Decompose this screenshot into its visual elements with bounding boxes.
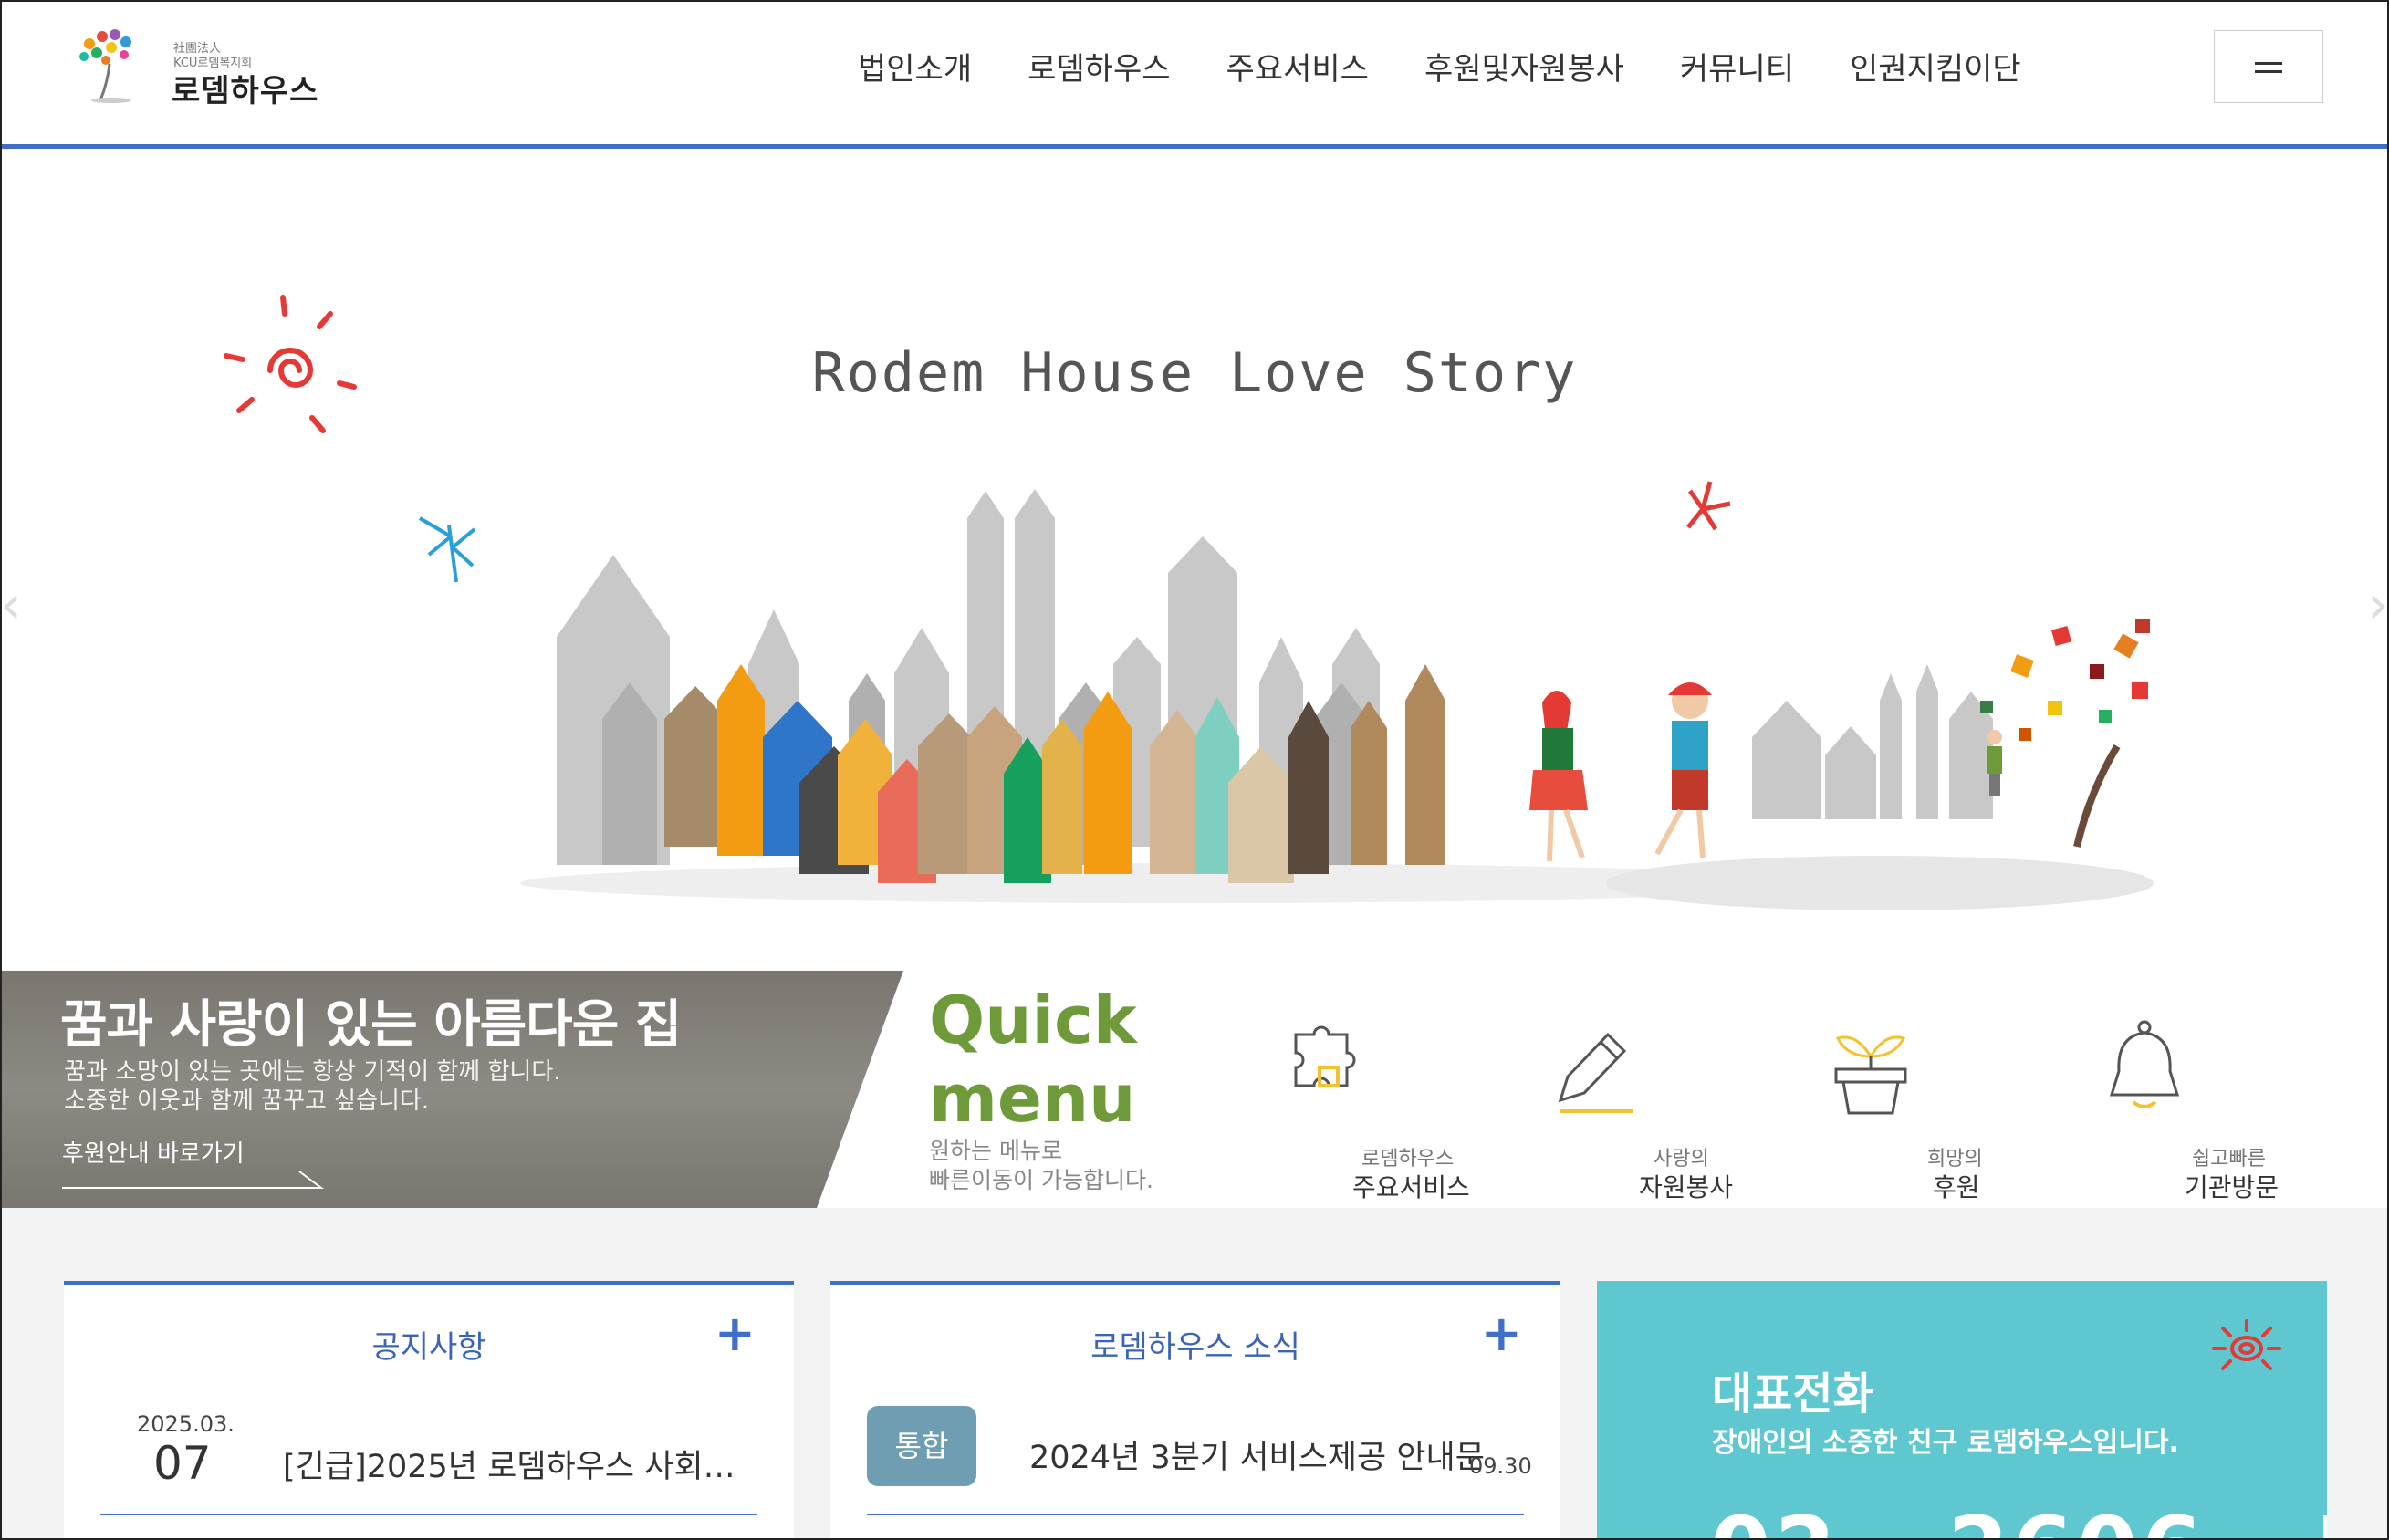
main-nav: 법인소개 로뎀하우스 주요서비스 후원및자원봉사 커뮤니티 인권지킴이단 <box>858 44 2077 88</box>
sprout-pot-icon <box>1834 1035 1907 1115</box>
quick-item-label: 기관방문 <box>2185 1172 2279 1202</box>
quick-item-label: 후원 <box>1933 1172 1980 1202</box>
notice-item-link[interactable]: [긴급]2025년 로뎀하우스 사회복지시설 인권지킴이단 모집 <box>283 1441 739 1487</box>
menu-bar-icon <box>2255 62 2282 65</box>
promo-title: 꿈과 사랑이 있는 아름다운 집 <box>60 995 682 1055</box>
quick-menu-desc-1: 원하는 메뉴로 <box>929 1138 1062 1164</box>
phone-card-title: 대표전화 <box>1712 1368 1873 1420</box>
notice-date-month: 2025.03. <box>137 1411 235 1437</box>
sun-icon <box>2212 1319 2281 1370</box>
dragonfly-icon <box>418 516 476 583</box>
arrow-right-icon <box>62 1171 324 1189</box>
news-more-button[interactable]: + <box>1481 1309 1522 1358</box>
butterfly-icon <box>1686 481 1731 531</box>
nav-item-donation-volunteer[interactable]: 후원및자원봉사 <box>1424 44 1624 88</box>
quick-item-volunteer[interactable]: 사랑의 자원봉사 <box>1551 1016 1798 1202</box>
quick-item-donation[interactable]: 희망의 후원 <box>1825 1016 2071 1202</box>
news-divider <box>867 1514 1524 1515</box>
quick-menu-desc-2: 빠른이동이 가능합니다. <box>929 1167 1153 1193</box>
nav-item-about[interactable]: 법인소개 <box>858 44 972 88</box>
hamburger-menu-button[interactable] <box>2214 30 2323 103</box>
nav-item-community[interactable]: 커뮤니티 <box>1680 44 1794 88</box>
news-card: 로뎀하우스 소식 + 통합 2024년 3분기 서비스제공 안내문 09.30 <box>830 1281 1560 1540</box>
promo-band: 꿈과 사랑이 있는 아름다운 집 꿈과 소망이 있는 곳에는 항상 기적이 함께… <box>0 971 2389 1208</box>
nav-item-rodem-house[interactable]: 로뎀하우스 <box>1028 44 1170 88</box>
hero-slider: ‹ › Rodem House Love Story <box>0 153 2389 971</box>
logo-tree-icon <box>79 29 131 103</box>
news-item-date: 09.30 <box>1469 1453 1532 1479</box>
sun-icon <box>224 295 357 433</box>
quick-item-visit[interactable]: 쉽고빠른 기관방문 <box>2099 1016 2345 1202</box>
phone-number[interactable]: 02 - 2606 - 5467 <box>1710 1498 2327 1540</box>
nav-item-human-rights[interactable]: 인권지킴이단 <box>1850 44 2021 88</box>
hero-illustration <box>224 295 2154 910</box>
donation-guide-link[interactable]: 후원안내 바로가기 <box>62 1135 245 1169</box>
board-section: 공지사항 + 2025.03. 07 [긴급]2025년 로뎀하우스 사회복지시… <box>0 1208 2389 1540</box>
quick-item-label: 자원봉사 <box>1639 1172 1734 1202</box>
promo-banner: 꿈과 사랑이 있는 아름다운 집 꿈과 소망이 있는 곳에는 항상 기적이 함께… <box>0 971 903 1208</box>
nav-item-services[interactable]: 주요서비스 <box>1226 44 1369 88</box>
menu-bar-icon <box>2255 70 2282 73</box>
autumn-tree <box>1980 619 2150 848</box>
notice-card-title: 공지사항 <box>371 1329 486 1366</box>
phone-card: 대표전화 장애인의 소중한 친구 로뎀하우스입니다. 02 - 2606 - 5… <box>1597 1281 2327 1540</box>
notice-more-button[interactable]: + <box>715 1309 756 1358</box>
site-header: 社團法人 KCU로뎀복지회 로뎀하우스 법인소개 로뎀하우스 주요서비스 후원및… <box>0 0 2389 149</box>
quick-menu-title-1: Quick <box>929 982 1137 1058</box>
notice-divider <box>100 1514 757 1515</box>
quick-menu-title-2: menu <box>929 1060 1136 1137</box>
bell-icon <box>2109 1020 2180 1108</box>
notice-date-day: 07 <box>153 1437 212 1490</box>
puzzle-icon <box>1294 1025 1356 1087</box>
logo-name: 로뎀하우스 <box>172 73 319 109</box>
phone-card-subtitle: 장애인의 소중한 친구 로뎀하우스입니다. <box>1712 1427 2179 1459</box>
pencil-icon <box>1558 1032 1633 1113</box>
quick-item-label: 주요서비스 <box>1352 1172 1470 1202</box>
children-illustration <box>1529 682 1712 862</box>
notice-card: 공지사항 + 2025.03. 07 [긴급]2025년 로뎀하우스 사회복지시… <box>64 1281 794 1540</box>
news-item-link[interactable]: 2024년 3분기 서비스제공 안내문 <box>1029 1431 1485 1478</box>
news-card-title: 로뎀하우스 소식 <box>1090 1329 1300 1366</box>
quick-item-services[interactable]: 로뎀하우스 주요서비스 <box>1278 1016 1524 1202</box>
promo-text-line2: 소중한 이웃과 함께 꿈꾸고 싶습니다. <box>64 1087 430 1115</box>
category-badge: 통합 <box>867 1406 976 1486</box>
site-logo[interactable]: 社團法人 KCU로뎀복지회 로뎀하우스 <box>71 24 345 109</box>
